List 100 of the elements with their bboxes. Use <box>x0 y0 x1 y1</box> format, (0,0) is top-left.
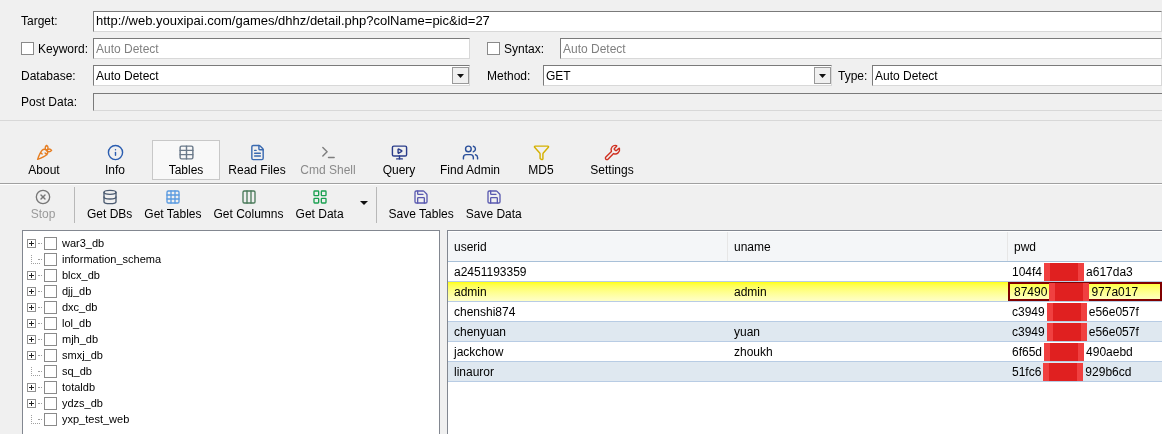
tree-item[interactable]: war3_db <box>62 234 105 252</box>
checkbox[interactable] <box>44 284 57 298</box>
table-row[interactable]: admin admin 87490 977a017 <box>448 282 1162 302</box>
column-header[interactable]: pwd <box>1008 232 1162 261</box>
redaction-mark <box>1046 322 1087 341</box>
field-label: Type: <box>838 67 869 85</box>
users-icon <box>461 144 479 161</box>
expand-button[interactable] <box>27 350 36 360</box>
table-cell-text: 51fc6 <box>1012 363 1042 381</box>
tree-item[interactable]: information_schema <box>62 250 162 268</box>
toolbar-tab[interactable]: MD5 <box>507 140 575 180</box>
tree-item[interactable]: dxc_db <box>62 298 98 316</box>
checkbox[interactable] <box>21 42 34 55</box>
checkbox[interactable] <box>487 42 500 55</box>
table-cell-text: admin <box>733 283 768 301</box>
query-icon <box>390 144 408 161</box>
toolbar-tab[interactable]: Query <box>365 140 433 180</box>
field-label: Syntax: <box>504 40 545 58</box>
toolbar-button[interactable]: Save Data <box>459 187 528 223</box>
stop-icon <box>35 189 51 205</box>
table-cell-text: 929b6cd <box>1085 363 1132 381</box>
table-row[interactable]: chenshi874 c3949 e56e057f <box>448 302 1162 322</box>
checkbox[interactable] <box>44 332 57 346</box>
table-row[interactable]: jackchow zhoukh 6f65d 490aebd <box>448 342 1162 362</box>
database-icon <box>101 189 118 205</box>
grid-icon <box>164 189 181 205</box>
target-field[interactable]: http://web.youxipai.com/games/dhhz/detail.php?colName=pic&id=27 <box>93 10 1162 32</box>
table-cell-text: zhoukh <box>733 343 774 361</box>
toolbar-tab[interactable]: Settings <box>578 140 646 180</box>
type-field[interactable]: Auto Detect <box>872 65 1162 86</box>
toolbar-button[interactable]: Get Data <box>289 187 350 223</box>
field-label: Target: <box>21 13 59 30</box>
keyword-field[interactable]: Auto Detect <box>93 38 470 59</box>
save-icon <box>485 189 502 205</box>
tree-item[interactable]: sq_db <box>62 362 92 380</box>
syntax-field[interactable]: Auto Detect <box>560 38 1162 59</box>
tree-item[interactable]: lol_db <box>62 314 92 332</box>
checkbox[interactable] <box>44 348 57 362</box>
table-cell-text: 6f65d <box>1012 343 1043 361</box>
dropdown-button[interactable] <box>452 67 469 84</box>
checkbox[interactable] <box>44 300 57 314</box>
tree-item[interactable]: smxj_db <box>62 346 103 364</box>
toolbar-tab[interactable]: Read Files <box>223 140 291 180</box>
field-label: Method: <box>487 67 532 85</box>
save-icon <box>413 189 430 205</box>
tree-item[interactable]: djj_db <box>62 282 92 300</box>
data-grid-icon <box>311 189 328 205</box>
expand-button[interactable] <box>27 398 36 408</box>
checkbox[interactable] <box>44 316 57 330</box>
method-dropdown[interactable]: GET <box>543 65 832 86</box>
table-row[interactable]: a2451193359 104f4 a617da3 <box>448 262 1162 282</box>
expand-button[interactable] <box>27 382 36 392</box>
toolbar-tab[interactable]: Info <box>81 140 149 180</box>
toolbar-button[interactable]: Save Tables <box>382 187 460 223</box>
database-dropdown[interactable]: Auto Detect <box>93 65 470 86</box>
table-icon <box>177 144 195 161</box>
toolbar-tab[interactable]: Find Admin <box>436 140 504 180</box>
table-cell-text: 104f4 <box>1012 263 1043 281</box>
checkbox[interactable] <box>44 412 57 426</box>
toolbar-button[interactable]: Get Columns <box>207 187 290 223</box>
table-row[interactable]: linauror 51fc6 929b6cd <box>448 362 1162 382</box>
tree-item[interactable]: blcx_db <box>62 266 100 284</box>
table-row[interactable]: chenyuan yuan c3949 e56e057f <box>448 322 1162 342</box>
expand-button[interactable] <box>27 238 36 248</box>
checkbox[interactable] <box>44 396 57 410</box>
tree-item[interactable]: ydzs_db <box>62 394 103 412</box>
table-cell-text: chenshi874 <box>453 303 517 321</box>
table-cell-text: a2451193359 <box>453 263 528 281</box>
redaction-mark <box>1044 262 1085 281</box>
redaction-mark <box>1049 282 1090 301</box>
field-label: Database: <box>21 67 77 85</box>
expand-button[interactable] <box>27 334 36 344</box>
tree-item[interactable]: yxp_test_web <box>62 410 130 428</box>
table-cell-text: e56e057f <box>1088 323 1139 341</box>
column-header[interactable]: userid <box>448 232 728 261</box>
redaction-mark <box>1043 362 1084 381</box>
tree-item[interactable]: mjh_db <box>62 330 99 348</box>
toolbar-button[interactable]: Get DBs <box>81 187 139 223</box>
table-cell-text: 87490 <box>1014 283 1048 301</box>
checkbox[interactable] <box>44 268 57 282</box>
caret-icon <box>457 73 464 78</box>
checkbox[interactable] <box>44 236 57 250</box>
expand-button[interactable] <box>27 302 36 312</box>
caret-icon[interactable] <box>359 201 368 205</box>
expand-button[interactable] <box>27 318 36 328</box>
dropdown-button[interactable] <box>814 67 831 84</box>
toolbar-tab[interactable]: Tables <box>152 140 220 180</box>
expand-button[interactable] <box>27 286 36 296</box>
toolbar-tab[interactable]: About <box>10 140 78 180</box>
table-cell-text: chenyuan <box>453 323 508 341</box>
checkbox[interactable] <box>44 380 57 394</box>
document-icon <box>248 144 266 161</box>
expand-button[interactable] <box>27 270 36 280</box>
redaction-mark <box>1046 302 1087 321</box>
tree-item[interactable]: totaldb <box>62 378 96 396</box>
table-cell-text: c3949 <box>1012 323 1045 341</box>
toolbar-button[interactable]: Get Tables <box>138 187 208 223</box>
checkbox[interactable] <box>44 252 57 266</box>
checkbox[interactable] <box>44 364 57 378</box>
column-header[interactable]: uname <box>728 232 1008 261</box>
